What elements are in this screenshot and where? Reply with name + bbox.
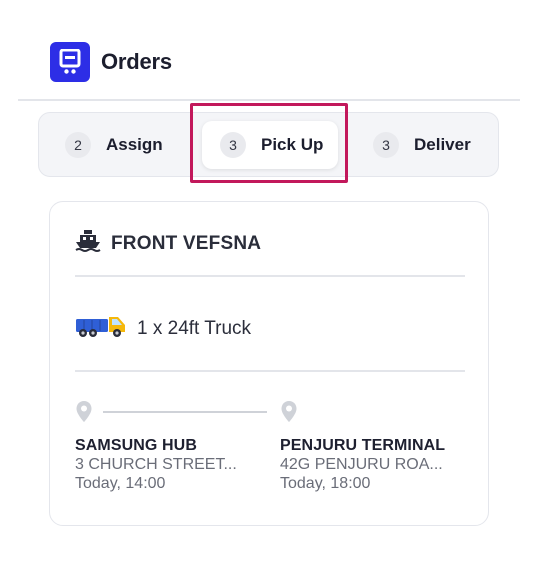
ship-icon — [75, 229, 101, 258]
tab-deliver-count-badge: 3 — [373, 132, 399, 158]
header-divider — [18, 99, 520, 101]
orders-screen: Orders 2 Assign 3 Pick Up 3 Deliver FRON… — [0, 0, 537, 562]
route-line — [103, 411, 267, 413]
tab-pick-up-label: Pick Up — [261, 135, 324, 154]
vehicle-row: 1 x 24ft Truck — [75, 313, 251, 344]
status-tab-bar: 2 Assign 3 Pick Up 3 Deliver — [38, 112, 499, 177]
origin-name: SAMSUNG HUB — [75, 437, 197, 454]
destination-name: PENJURU TERMINAL — [280, 437, 446, 454]
route-indicator — [75, 400, 470, 430]
tab-pick-up[interactable]: 3 Pick Up — [202, 121, 338, 169]
destination-time: Today, 18:00 — [280, 475, 371, 492]
vehicle-text: 1 x 24ft Truck — [137, 317, 252, 339]
header: Orders — [50, 42, 172, 82]
tab-pick-up-count-badge: 3 — [220, 132, 246, 158]
tab-assign[interactable]: 2 Assign — [65, 121, 163, 169]
order-card[interactable]: FRONT VEFSNA 1 x 24ft Truck SAMSUNG HUB … — [49, 201, 489, 526]
tab-deliver[interactable]: 3 Deliver — [373, 121, 471, 169]
destination-address: 42G PENJURU ROA... — [280, 456, 443, 473]
vessel-row: FRONT VEFSNA — [75, 229, 261, 258]
origin-address: 3 CHURCH STREET... — [75, 456, 237, 473]
tab-assign-label: Assign — [106, 135, 163, 154]
page-title: Orders — [101, 49, 172, 74]
tab-deliver-label: Deliver — [414, 135, 471, 154]
origin-time: Today, 14:00 — [75, 475, 166, 492]
destination-stop: PENJURU TERMINAL 42G PENJURU ROA... Toda… — [280, 437, 445, 493]
card-divider — [75, 275, 465, 277]
vessel-name: FRONT VEFSNA — [111, 232, 262, 254]
truck-icon — [75, 313, 127, 344]
tab-assign-count-badge: 2 — [65, 132, 91, 158]
app-logo-icon — [50, 42, 90, 82]
destination-location-pin-icon — [280, 400, 298, 429]
card-divider — [75, 370, 465, 372]
origin-location-pin-icon — [75, 400, 93, 429]
origin-stop: SAMSUNG HUB 3 CHURCH STREET... Today, 14… — [75, 437, 237, 493]
